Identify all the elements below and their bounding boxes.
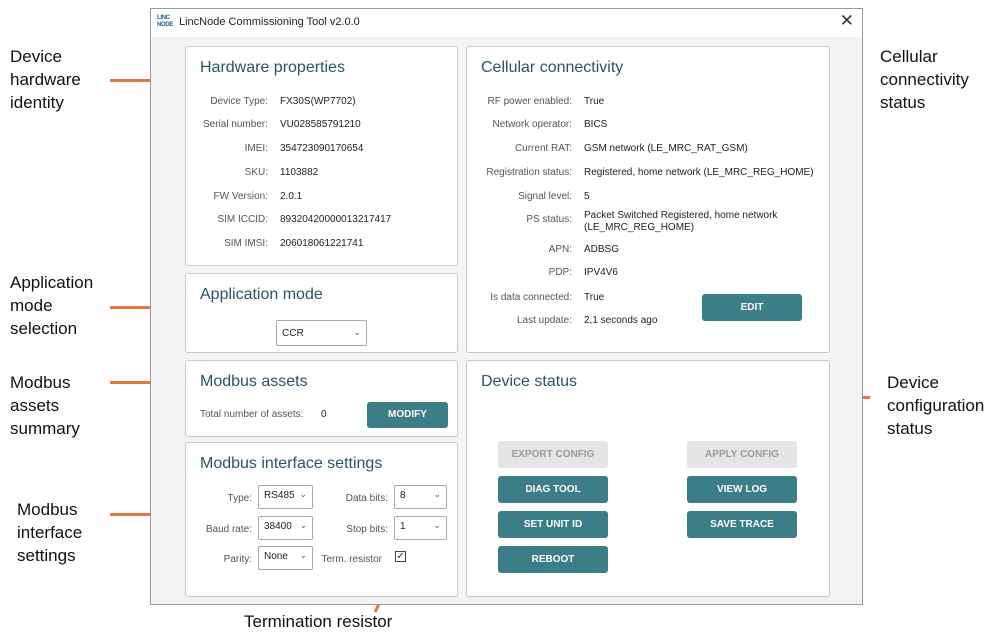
callout-device-status: Device configuration status bbox=[887, 373, 985, 438]
stopbits-label: Stop bits: bbox=[346, 524, 388, 535]
hw-imei-label: IMEI: bbox=[244, 143, 268, 154]
cell-lastupdate-value: 2,1 seconds ago bbox=[584, 315, 658, 326]
app-mode-value: CCR bbox=[282, 328, 304, 339]
title-bar: LINC NODE LincNode Commissioning Tool v2… bbox=[151, 9, 862, 37]
callout-modbus-assets: Modbus assets summary bbox=[10, 373, 80, 438]
baud-value: 38400 bbox=[264, 521, 292, 532]
hw-serial-label: Serial number: bbox=[202, 119, 268, 130]
databits-select[interactable]: 8 ⌄ bbox=[394, 485, 447, 509]
hw-serial-value: VU028585791210 bbox=[280, 119, 361, 130]
cell-rat-label: Current RAT: bbox=[514, 143, 572, 154]
parity-value: None bbox=[264, 551, 288, 562]
databits-value: 8 bbox=[400, 490, 406, 501]
cell-reg-value: Registered, home network (LE_MRC_REG_HOM… bbox=[584, 167, 814, 178]
stopbits-select[interactable]: 1 ⌄ bbox=[394, 516, 447, 540]
stopbits-value: 1 bbox=[400, 521, 406, 532]
callout-hardware: Device hardware identity bbox=[10, 47, 81, 112]
cellular-panel: Cellular connectivity RF power enabled: … bbox=[466, 46, 830, 353]
hw-iccid-label: SIM ICCID: bbox=[217, 214, 268, 225]
callout-modbus-interface: Modbus interface settings bbox=[17, 500, 83, 565]
cell-dataconn-value: True bbox=[584, 292, 605, 303]
checkmark-icon: ✓ bbox=[396, 551, 405, 562]
databits-label: Data bits: bbox=[345, 493, 388, 504]
cell-apn-value: ADBSG bbox=[584, 244, 620, 255]
parity-select[interactable]: None ⌄ bbox=[258, 546, 313, 570]
app-mode-title: Application mode bbox=[200, 286, 323, 303]
chevron-down-icon: ⌄ bbox=[299, 550, 307, 560]
reboot-button[interactable]: REBOOT bbox=[498, 546, 608, 573]
app-mode-panel: Application mode CCR ⌄ bbox=[185, 273, 458, 353]
hw-sku-value: 1103882 bbox=[280, 167, 319, 178]
cell-signal-value: 5 bbox=[584, 191, 590, 202]
chevron-down-icon: ⌄ bbox=[433, 489, 441, 499]
hw-sku-label: SKU: bbox=[244, 167, 268, 178]
edit-button[interactable]: EDIT bbox=[702, 294, 802, 321]
cell-rat-value: GSM network (LE_MRC_RAT_GSM) bbox=[584, 143, 748, 154]
view-log-button[interactable]: VIEW LOG bbox=[687, 476, 797, 503]
device-status-title: Device status bbox=[481, 373, 578, 390]
cell-dataconn-label: Is data connected: bbox=[490, 292, 572, 303]
chevron-down-icon: ⌄ bbox=[299, 520, 307, 530]
cell-rf-value: True bbox=[584, 96, 605, 107]
baud-label: Baud rate: bbox=[205, 524, 252, 535]
callout-app-mode: Application mode selection bbox=[10, 273, 94, 338]
hw-fw-label: FW Version: bbox=[213, 191, 268, 202]
modbus-assets-title: Modbus assets bbox=[200, 373, 308, 390]
device-status-panel: Device status EXPORT CONFIG APPLY CONFIG… bbox=[466, 360, 830, 597]
hw-imei-value: 354723090170654 bbox=[280, 143, 364, 154]
cellular-title: Cellular connectivity bbox=[481, 59, 624, 76]
cell-reg-label: Registration status: bbox=[486, 167, 572, 178]
modify-button[interactable]: MODIFY bbox=[367, 402, 448, 428]
diag-tool-button[interactable]: DIAG TOOL bbox=[498, 476, 608, 503]
cell-signal-label: Signal level: bbox=[518, 191, 572, 202]
cell-operator-label: Network operator: bbox=[492, 119, 572, 130]
cell-rf-label: RF power enabled: bbox=[487, 96, 573, 107]
cell-operator-value: BICS bbox=[584, 119, 608, 130]
window-title: LincNode Commissioning Tool v2.0.0 bbox=[179, 16, 360, 28]
baud-select[interactable]: 38400 ⌄ bbox=[258, 516, 313, 540]
hw-imsi-label: SIM IMSI: bbox=[224, 238, 268, 249]
callout-cellular: Cellular connectivity status bbox=[880, 47, 969, 112]
cell-ps-value: Packet Switched Registered, home network… bbox=[584, 210, 778, 233]
hw-device-type-value: FX30S(WP7702) bbox=[280, 96, 356, 107]
hardware-title: Hardware properties bbox=[200, 59, 345, 76]
hw-iccid-value: 89320420000013217417 bbox=[280, 214, 392, 225]
type-select[interactable]: RS485 ⌄ bbox=[258, 485, 313, 509]
close-icon[interactable]: ✕ bbox=[840, 11, 854, 31]
cell-lastupdate-label: Last update: bbox=[516, 315, 572, 326]
type-value: RS485 bbox=[264, 490, 295, 501]
chevron-down-icon: ⌄ bbox=[433, 520, 441, 530]
term-resistor-label: Term. resistor bbox=[321, 554, 382, 565]
modbus-interface-title: Modbus interface settings bbox=[200, 455, 383, 472]
cell-ps-label: PS status: bbox=[526, 214, 572, 225]
app-mode-select[interactable]: CCR ⌄ bbox=[276, 320, 367, 346]
chevron-down-icon: ⌄ bbox=[299, 489, 307, 499]
cell-apn-label: APN: bbox=[548, 244, 572, 255]
term-resistor-checkbox[interactable]: ✓ bbox=[395, 551, 406, 562]
app-logo-icon: LINC NODE bbox=[157, 15, 174, 28]
set-unit-id-button[interactable]: SET UNIT ID bbox=[498, 511, 608, 538]
type-label: Type: bbox=[227, 493, 252, 504]
export-config-button[interactable]: EXPORT CONFIG bbox=[498, 441, 608, 468]
hw-imsi-value: 206018061221741 bbox=[280, 238, 364, 249]
assets-count-label: Total number of assets: bbox=[200, 409, 304, 420]
apply-config-button[interactable]: APPLY CONFIG bbox=[687, 441, 797, 468]
parity-label: Parity: bbox=[223, 554, 252, 565]
chevron-down-icon: ⌄ bbox=[353, 327, 361, 337]
app-window: LINC NODE LincNode Commissioning Tool v2… bbox=[150, 8, 863, 605]
cell-pdp-label: PDP: bbox=[548, 267, 572, 278]
save-trace-button[interactable]: SAVE TRACE bbox=[687, 511, 797, 538]
hardware-panel: Hardware properties Device Type: FX30S(W… bbox=[185, 46, 458, 266]
cell-pdp-value: IPV4V6 bbox=[584, 267, 618, 278]
assets-count-value: 0 bbox=[321, 409, 327, 420]
hw-device-type-label: Device Type: bbox=[210, 96, 268, 107]
modbus-assets-panel: Modbus assets Total number of assets: 0 … bbox=[185, 360, 458, 437]
hw-fw-value: 2.0.1 bbox=[280, 191, 303, 202]
modbus-interface-panel: Modbus interface settings Type: RS485 ⌄ … bbox=[185, 442, 458, 597]
